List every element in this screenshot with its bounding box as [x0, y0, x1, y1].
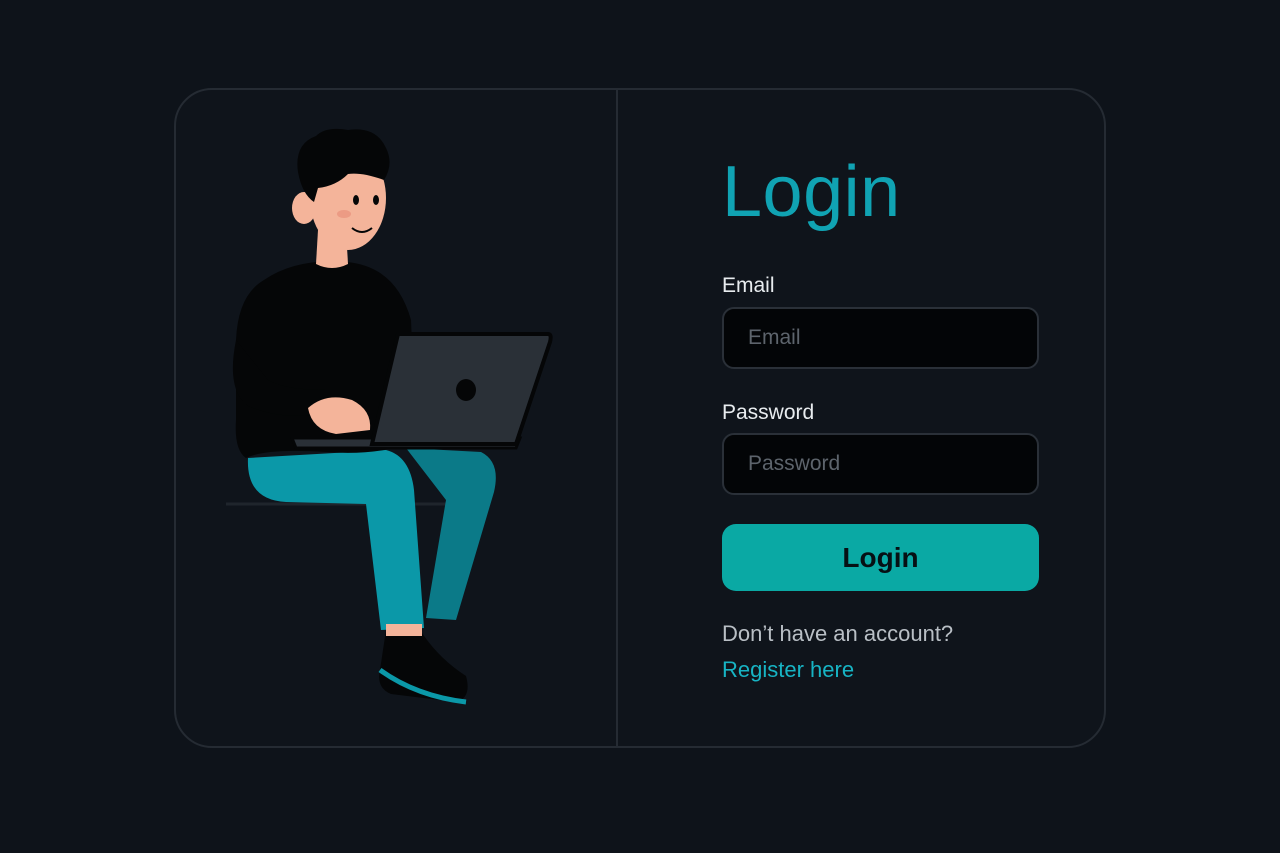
email-label: Email — [722, 274, 775, 297]
page-title: Login — [722, 152, 901, 232]
login-button[interactable]: Login — [722, 524, 1039, 591]
no-account-text: Don’t have an account? — [722, 621, 954, 646]
register-link[interactable]: Register here — [722, 659, 854, 681]
login-card: Login Email Password Login Don’t have an… — [174, 88, 1106, 748]
password-field[interactable] — [722, 433, 1039, 495]
login-form: Login Email Password Login Don’t have an… — [618, 90, 1104, 746]
person-with-laptop-illustration — [226, 128, 553, 705]
password-label: Password — [722, 401, 815, 424]
illustration-panel — [176, 90, 618, 746]
email-field[interactable] — [722, 307, 1039, 369]
